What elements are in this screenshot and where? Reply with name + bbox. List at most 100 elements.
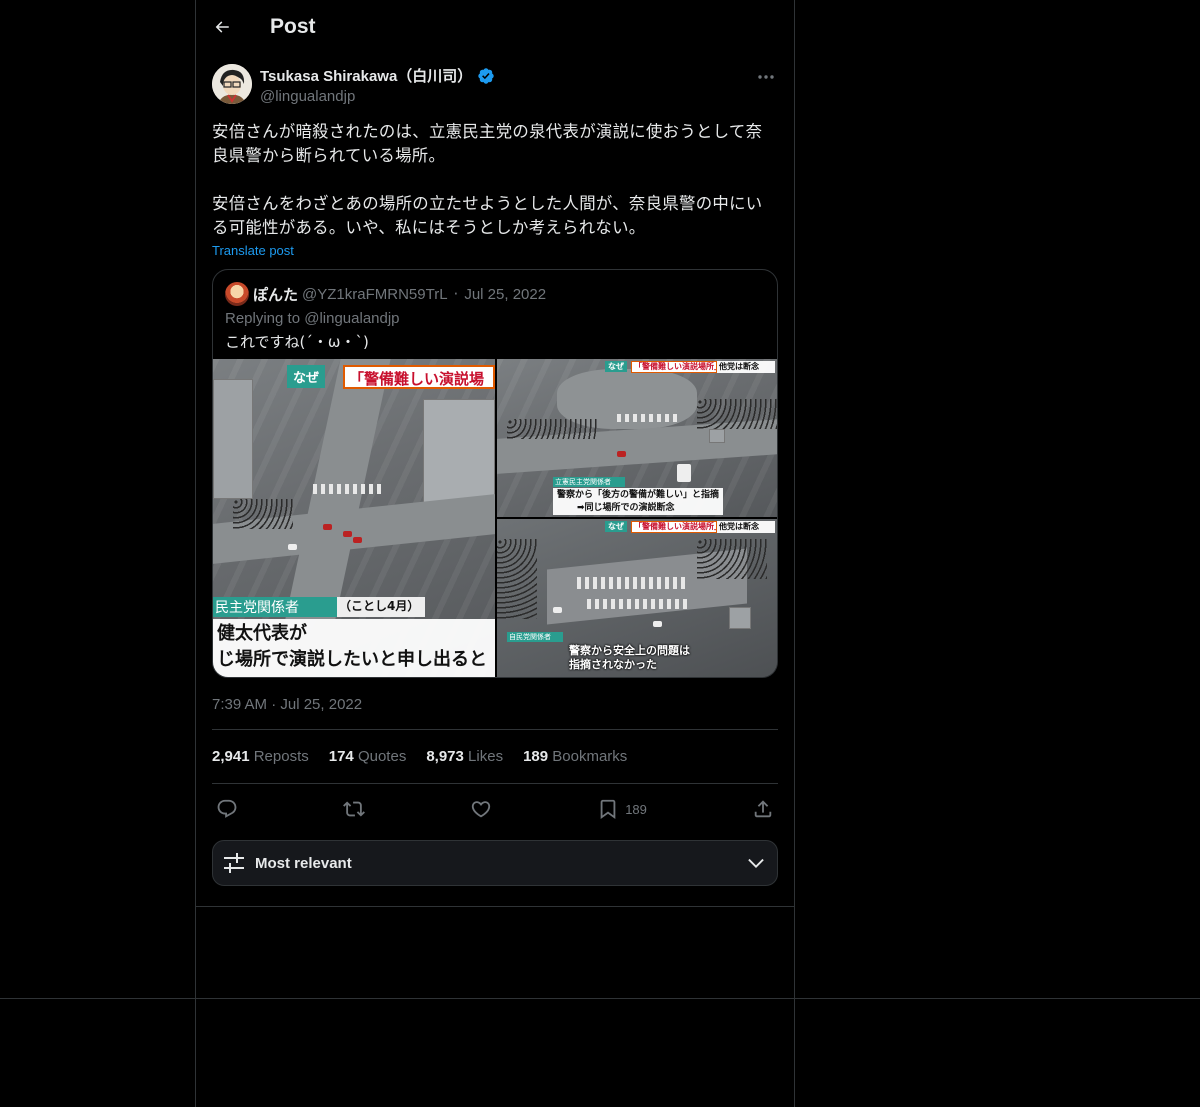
source-label: 民主党関係者 — [213, 597, 337, 617]
caption-line-2: じ場所で演説したいと申し出ると — [217, 649, 487, 670]
post: Tsukasa Shirakawa（白川司） @lingualandjp 安倍さ… — [196, 54, 794, 886]
bus — [677, 464, 691, 482]
car — [653, 621, 662, 627]
car — [553, 607, 562, 613]
caption-line-1: 健太代表が — [217, 623, 307, 644]
share-button[interactable] — [752, 798, 774, 820]
crowd — [233, 499, 293, 529]
building — [729, 607, 751, 629]
quoted-date: Jul 25, 2022 — [464, 285, 547, 303]
crowd — [507, 419, 597, 439]
car — [353, 537, 362, 543]
quoted-author-handle: @YZ1kraFMRN59TrL — [302, 285, 448, 303]
stat-label: Bookmarks — [552, 748, 628, 765]
stat-count: 189 — [523, 748, 549, 765]
author-row: Tsukasa Shirakawa（白川司） @lingualandjp — [212, 64, 778, 108]
media-image-bottom-right[interactable]: なぜ 「警備難しい演説場所」 他党は断念 自民党関係者 警察から安全上の問題は … — [497, 519, 777, 677]
source-label: 立憲民主党関係者 — [553, 477, 625, 487]
media-image-top-right[interactable]: なぜ 「警備難しい演説場所」 他党は断念 立憲民主党関係者 警察から「後方の警備… — [497, 359, 777, 517]
headline-tail: 他党は断念 — [717, 521, 775, 533]
caption-line-2: ➡同じ場所での演説断念 — [577, 503, 675, 513]
crowd — [497, 539, 537, 619]
replying-prefix: Replying to — [225, 310, 301, 327]
headline-banner: 「警備難しい演説場所」 — [631, 521, 717, 533]
naze-label: なぜ — [605, 361, 627, 372]
translate-post-link[interactable]: Translate post — [212, 243, 294, 258]
crosswalk — [313, 484, 383, 494]
post-text: 安倍さんが暗殺されたのは、立憲民主党の泉代表が演説に使おうとして奈良県警から断ら… — [212, 122, 763, 237]
headline-tail: 他党は断念 — [717, 361, 775, 373]
like-button[interactable] — [470, 798, 492, 820]
avatar-illustration — [212, 64, 252, 104]
stat-bookmarks[interactable]: 189 Bookmarks — [523, 748, 627, 765]
caption-line-1: 警察から安全上の問題は — [569, 644, 690, 657]
stat-likes[interactable]: 8,973 Likes — [426, 748, 503, 765]
car — [343, 531, 352, 537]
crosswalk — [587, 599, 687, 609]
verified-badge-icon[interactable] — [477, 67, 495, 85]
repost-icon — [343, 801, 366, 817]
crowd — [697, 539, 767, 579]
date-label: （ことし4月） — [337, 597, 425, 617]
right-column-border — [794, 0, 795, 1107]
headline-banner: 「警備難しい演説場 — [343, 365, 495, 389]
heart-icon — [471, 801, 491, 818]
naze-label: なぜ — [287, 365, 326, 388]
replying-handle: @lingualandjp — [304, 310, 400, 327]
headline-banner: 「警備難しい演説場所」 — [631, 361, 717, 373]
stat-count: 174 — [328, 748, 354, 765]
car — [617, 451, 626, 457]
reply-button[interactable] — [216, 798, 238, 820]
bookmark-icon — [600, 799, 616, 820]
caption-line-2: 指摘されなかった — [569, 658, 657, 671]
quoted-avatar — [225, 282, 249, 306]
media-grid: なぜ 「警備難しい演説場 民主党関係者 （ことし4月） 健太代表が じ場所で演説… — [213, 359, 777, 677]
replying-to: Replying to @lingualandjp — [213, 306, 777, 327]
repost-button[interactable] — [343, 798, 366, 820]
naze-label: なぜ — [605, 521, 627, 532]
source-label: 自民党関係者 — [507, 632, 563, 642]
caption-overlay: 警察から安全上の問題は 指摘されなかった — [569, 644, 690, 672]
author-handle[interactable]: @lingualandjp — [260, 88, 495, 105]
more-options-button[interactable] — [756, 68, 776, 80]
chevron-down-icon — [748, 858, 764, 868]
reply-icon — [217, 799, 237, 818]
building — [213, 379, 253, 499]
page-divider — [0, 998, 1200, 999]
stat-reposts[interactable]: 2,941 Reposts — [212, 748, 309, 765]
action-bar: 189 — [212, 784, 778, 834]
crosswalk — [617, 414, 677, 422]
more-icon — [758, 75, 774, 79]
bookmark-button[interactable]: 189 — [597, 798, 647, 820]
building — [709, 429, 725, 443]
avatar[interactable] — [212, 64, 252, 104]
post-timestamp[interactable]: 7:39 AM · Jul 25, 2022 — [212, 696, 778, 713]
share-icon — [754, 800, 772, 818]
stat-count: 2,941 — [212, 748, 250, 765]
media-image-left[interactable]: なぜ 「警備難しい演説場 民主党関係者 （ことし4月） 健太代表が じ場所で演説… — [213, 359, 495, 677]
car — [323, 524, 332, 530]
post-column: Post Tsukasa Shirakawa（白川司） @lingualandj… — [196, 0, 794, 886]
page-title: Post — [270, 15, 316, 38]
car — [288, 544, 297, 550]
engagement-stats: 2,941 Reposts 174 Quotes 8,973 Likes 189… — [212, 730, 778, 783]
stat-label: Likes — [468, 748, 504, 765]
caption-line-1: 警察から「後方の警備が難しい」と指摘 — [557, 490, 720, 500]
quoted-post[interactable]: ぽんた @YZ1kraFMRN59TrL · Jul 25, 2022 Repl… — [212, 269, 778, 678]
bookmark-count: 189 — [625, 801, 647, 817]
stat-count: 8,973 — [426, 748, 464, 765]
stat-label: Quotes — [357, 748, 407, 765]
sort-label: Most relevant — [255, 854, 352, 872]
back-button[interactable] — [212, 17, 232, 37]
caption-box: 警察から「後方の警備が難しい」と指摘 ➡同じ場所での演説断念 — [553, 488, 723, 515]
quoted-text: これですね(´・ω・`) — [225, 333, 369, 351]
sliders-icon — [224, 853, 244, 873]
quoted-post-header: ぽんた @YZ1kraFMRN59TrL · Jul 25, 2022 — [213, 270, 777, 306]
thread-bottom-border — [196, 906, 794, 907]
author-name[interactable]: Tsukasa Shirakawa（白川司） — [260, 65, 472, 86]
stat-quotes[interactable]: 174 Quotes — [329, 748, 407, 765]
crosswalk — [577, 577, 687, 589]
caption-box: 健太代表が じ場所で演説したいと申し出ると — [213, 619, 495, 677]
quoted-author-name: ぽんた — [253, 285, 299, 304]
reply-sort-dropdown[interactable]: Most relevant — [212, 840, 778, 886]
